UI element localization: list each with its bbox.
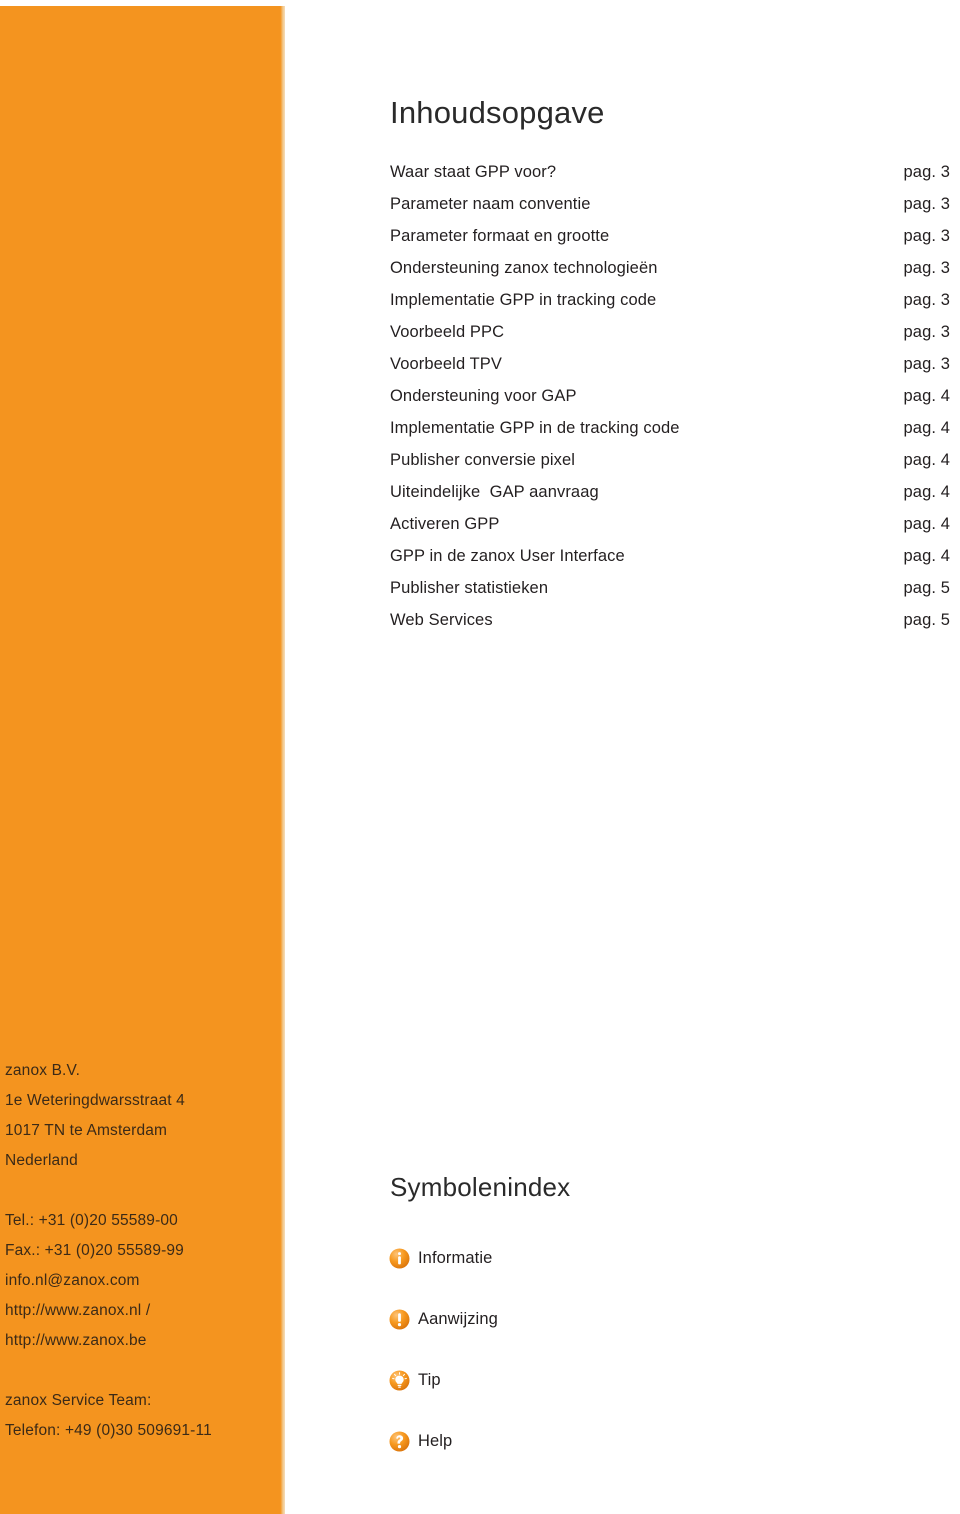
toc-entry[interactable]: Waar staat GPP voor? pag. 3 — [390, 163, 950, 195]
toc-entry-label: Parameter naam conventie — [390, 195, 591, 213]
contact-country: Nederland — [5, 1152, 78, 1169]
list-item: Informatie — [389, 1228, 689, 1289]
contact-website[interactable]: http://www.zanox.nl / http://www.zanox.b… — [5, 1296, 280, 1356]
toc-entry[interactable]: Voorbeeld PPC pag. 3 — [390, 323, 950, 355]
symbol-index-label: Help — [418, 1432, 453, 1450]
symbol-index-label: Tip — [418, 1371, 441, 1389]
toc-entry-page: pag. 4 — [903, 515, 950, 533]
contact-telephone: Tel.: +31 (0)20 55589-00 — [5, 1212, 178, 1229]
toc-entry-page: pag. 3 — [903, 355, 950, 373]
info-icon — [389, 1248, 410, 1269]
contact-street: 1e Weteringdwarsstraat 4 — [5, 1092, 185, 1109]
toc-entry-label: Publisher statistieken — [390, 579, 549, 597]
toc-entry-label: Ondersteuning zanox technologieën — [390, 259, 658, 277]
toc-entry-page: pag. 3 — [903, 227, 950, 245]
contact-spacer — [5, 1176, 280, 1206]
toc-entry-page: pag. 3 — [903, 195, 950, 213]
toc-entry[interactable]: Uiteindelijke GAP aanvraag pag. 4 — [390, 483, 950, 515]
toc-entry[interactable]: GPP in de zanox User Interface pag. 4 — [390, 547, 950, 579]
toc-entry[interactable]: Implementatie GPP in tracking code pag. … — [390, 291, 950, 323]
list-item: Help — [389, 1411, 689, 1472]
toc-entry-label: Activeren GPP — [390, 515, 500, 533]
toc-entry[interactable]: Activeren GPP pag. 4 — [390, 515, 950, 547]
lightbulb-tip-icon — [389, 1370, 410, 1391]
toc-entry-page: pag. 5 — [903, 611, 950, 629]
toc-entry-label: Voorbeeld TPV — [390, 355, 502, 373]
toc-entry[interactable]: Publisher conversie pixel pag. 4 — [390, 451, 950, 483]
toc-entry-label: Voorbeeld PPC — [390, 323, 505, 341]
toc-entry-label: Parameter formaat en grootte — [390, 227, 610, 245]
toc-entry-page: pag. 3 — [903, 163, 950, 181]
help-question-icon — [389, 1431, 410, 1452]
toc-entry-page: pag. 3 — [903, 291, 950, 309]
toc-entry[interactable]: Voorbeeld TPV pag. 3 — [390, 355, 950, 387]
toc-entry-label: Waar staat GPP voor? — [390, 163, 557, 181]
toc-entry[interactable]: Ondersteuning zanox technologieën pag. 3 — [390, 259, 950, 291]
service-team-phone: Telefon: +49 (0)30 509691-11 — [5, 1422, 212, 1439]
toc-entry[interactable]: Parameter naam conventie pag. 3 — [390, 195, 950, 227]
toc-entry-page: pag. 4 — [903, 547, 950, 565]
toc-entry[interactable]: Implementatie GPP in de tracking code pa… — [390, 419, 950, 451]
toc-entry-page: pag. 3 — [903, 323, 950, 341]
toc-entry[interactable]: Publisher statistieken pag. 5 — [390, 579, 950, 611]
toc-entry-page: pag. 4 — [903, 483, 950, 501]
service-team-label: zanox Service Team: — [5, 1392, 152, 1409]
toc-entry-page: pag. 5 — [903, 579, 950, 597]
toc-entry-label: Publisher conversie pixel — [390, 451, 576, 469]
contact-company: zanox B.V. — [5, 1062, 81, 1079]
toc-entry-label: Web Services — [390, 611, 493, 629]
list-item: Tip — [389, 1350, 689, 1411]
toc-entry-label: Uiteindelijke GAP aanvraag — [390, 483, 599, 501]
contact-city: 1017 TN te Amsterdam — [5, 1122, 168, 1139]
toc-entry-page: pag. 3 — [903, 259, 950, 277]
document-page: Inhoudsopgave Waar staat GPP voor? pag. … — [0, 0, 960, 1514]
contact-spacer-2 — [5, 1356, 280, 1386]
contact-fax: Fax.: +31 (0)20 55589-99 — [5, 1242, 184, 1259]
symbol-index-list: Informatie Aanwijzing Tip Help — [389, 1228, 689, 1472]
toc-entry[interactable]: Web Services pag. 5 — [390, 611, 950, 643]
symbol-index-title: Symbolenindex — [390, 1172, 571, 1202]
toc-entry-label: Ondersteuning voor GAP — [390, 387, 577, 405]
symbol-index-label: Informatie — [418, 1249, 493, 1267]
contact-email[interactable]: info.nl@zanox.com — [5, 1266, 280, 1296]
symbol-index-label: Aanwijzing — [418, 1310, 498, 1328]
toc-entry-page: pag. 4 — [903, 451, 950, 469]
list-item: Aanwijzing — [389, 1289, 689, 1350]
toc-entry[interactable]: Parameter formaat en grootte pag. 3 — [390, 227, 950, 259]
page-title: Inhoudsopgave — [390, 95, 605, 130]
toc-entry-label: Implementatie GPP in tracking code — [390, 291, 657, 309]
table-of-contents: Waar staat GPP voor? pag. 3 Parameter na… — [390, 163, 950, 643]
toc-entry-page: pag. 4 — [903, 419, 950, 437]
toc-entry-label: GPP in de zanox User Interface — [390, 547, 625, 565]
warning-icon — [389, 1309, 410, 1330]
contact-block: zanox B.V. 1e Weteringdwarsstraat 4 1017… — [5, 1056, 280, 1446]
toc-entry-label: Implementatie GPP in de tracking code — [390, 419, 680, 437]
toc-entry[interactable]: Ondersteuning voor GAP pag. 4 — [390, 387, 950, 419]
toc-entry-page: pag. 4 — [903, 387, 950, 405]
